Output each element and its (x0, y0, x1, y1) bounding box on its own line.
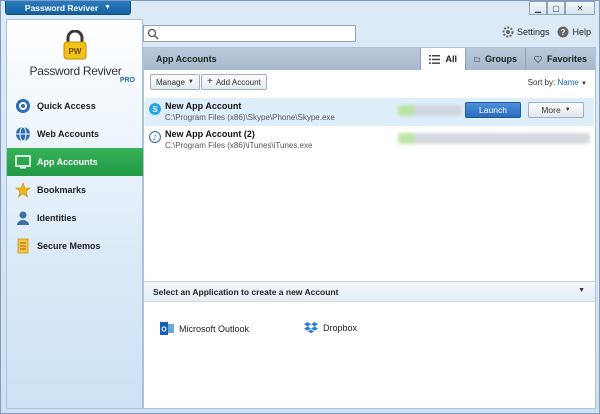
more-button[interactable]: More ▼ (528, 102, 584, 118)
page-title: App Accounts (156, 54, 217, 64)
search-box (143, 25, 356, 42)
app-window: Password Reviver ▼ ▁ ▢ ✕ PW Password Rev… (0, 0, 600, 414)
person-icon (14, 209, 32, 227)
app-menu-label: Password Reviver (24, 2, 99, 13)
header-links: Settings ? Help (502, 26, 591, 38)
window-controls: ▁ ▢ ✕ (529, 1, 595, 15)
chevron-down-icon: ▼ (104, 4, 112, 11)
svg-text:S: S (152, 105, 158, 114)
quick-access-icon (14, 97, 32, 115)
help-icon: ? (557, 26, 569, 38)
masked-credentials (398, 133, 590, 144)
account-name: New App Account (165, 101, 242, 111)
sidebar-item-web-accounts[interactable]: Web Accounts (7, 120, 144, 148)
dropbox-icon (304, 322, 318, 334)
chevron-down-icon[interactable]: ▼ (578, 287, 585, 294)
create-account-header[interactable]: Select an Application to create a new Ac… (144, 282, 595, 302)
star-icon (14, 181, 32, 199)
minimize-button[interactable]: ▁ (529, 1, 547, 15)
table-row[interactable]: S New App Account C:\Program Files (x86)… (145, 98, 594, 126)
app-option-label: Dropbox (323, 323, 358, 333)
sidebar-item-label: Secure Memos (37, 241, 101, 251)
app-option-label: Microsoft Outlook (179, 323, 250, 334)
folder-icon (474, 57, 480, 62)
manage-label: Manage (156, 77, 185, 87)
sidebar-item-label: Identities (37, 213, 77, 223)
sort-prefix: Sort by: (527, 78, 556, 87)
memo-icon (14, 237, 32, 255)
chevron-down-icon: ▼ (581, 81, 587, 87)
table-row[interactable]: ♪ New App Account (2) C:\Program Files (… (145, 126, 594, 154)
lock-text: PW (69, 47, 82, 56)
logo-name: Password Reviver (29, 64, 122, 78)
tab-all[interactable]: All (420, 48, 465, 70)
manage-button[interactable]: Manage ▼ (150, 74, 200, 90)
svg-text:?: ? (561, 28, 566, 37)
create-account-title: Select an Application to create a new Ac… (153, 287, 339, 297)
more-label: More (541, 105, 561, 115)
sidebar-item-label: App Accounts (37, 157, 98, 167)
app-option-outlook[interactable]: O Microsoft Outlook (160, 322, 249, 335)
tab-favorites[interactable]: Favorites (525, 48, 595, 70)
sort-value: Name (557, 78, 579, 87)
chevron-down-icon: ▼ (187, 79, 194, 85)
app-option-dropbox[interactable]: Dropbox (304, 322, 357, 334)
minimize-icon: ▁ (534, 3, 542, 13)
search-input[interactable] (162, 27, 352, 40)
outlook-icon: O (160, 322, 174, 335)
sidebar-item-label: Web Accounts (37, 129, 100, 139)
settings-label: Settings (516, 27, 550, 37)
masked-credentials (398, 105, 462, 116)
sidebar: PW Password Reviver PRO Quick Access Web… (6, 19, 144, 409)
sidebar-item-bookmarks[interactable]: Bookmarks (7, 176, 144, 204)
maximize-icon: ▢ (552, 3, 560, 13)
sidebar-item-app-accounts[interactable]: App Accounts (7, 148, 144, 176)
sidebar-item-secure-memos[interactable]: Secure Memos (7, 232, 144, 260)
sort-by[interactable]: Sort by: Name ▼ (528, 78, 587, 87)
svg-text:O: O (161, 327, 167, 334)
tab-bar: App Accounts All Groups Favorites (144, 48, 595, 70)
app-menu-button[interactable]: Password Reviver ▼ (5, 1, 131, 15)
list-icon (429, 54, 441, 64)
tab-groups[interactable]: Groups (465, 48, 525, 70)
account-path: C:\Program Files (x86)\iTunes\iTunes.exe (165, 141, 313, 150)
account-path: C:\Program Files (x86)\Skype\Phone\Skype… (165, 113, 335, 122)
globe-icon (14, 125, 32, 143)
svg-text:♪: ♪ (153, 134, 157, 142)
sidebar-item-label: Quick Access (37, 101, 96, 111)
tab-label: All (445, 54, 457, 64)
content-panel: App Accounts All Groups Favorites Manage (143, 47, 596, 409)
gear-icon (502, 26, 514, 38)
launch-button[interactable]: Launch (465, 102, 521, 118)
add-account-button[interactable]: + Add Account (201, 74, 267, 90)
search-icon (147, 28, 159, 40)
heart-icon (534, 55, 542, 63)
tab-label: Groups (484, 54, 517, 64)
tabs: All Groups Favorites (420, 48, 595, 70)
chevron-down-icon: ▼ (564, 107, 571, 113)
lock-logo-icon: PW (63, 30, 87, 60)
tab-label: Favorites (546, 54, 587, 64)
title-bar: Password Reviver ▼ ▁ ▢ ✕ (1, 1, 599, 19)
sidebar-item-identities[interactable]: Identities (7, 204, 144, 232)
toolbar: Manage ▼ + Add Account Sort by: Name ▼ (144, 70, 595, 94)
help-label: Help (572, 27, 591, 37)
sidebar-item-quick-access[interactable]: Quick Access (7, 92, 144, 120)
close-button[interactable]: ✕ (565, 1, 595, 15)
skype-icon: S (149, 103, 161, 115)
sidebar-item-label: Bookmarks (37, 185, 87, 195)
account-name: New App Account (2) (165, 129, 255, 139)
close-icon: ✕ (576, 3, 584, 13)
settings-button[interactable]: Settings (502, 26, 550, 38)
itunes-icon: ♪ (149, 131, 161, 143)
create-account-panel: Select an Application to create a new Ac… (144, 281, 595, 408)
logo-edition: PRO (119, 77, 135, 84)
add-account-label: Add Account (215, 77, 261, 87)
maximize-button[interactable]: ▢ (547, 1, 565, 15)
monitor-icon (14, 153, 32, 171)
sidebar-nav: Quick Access Web Accounts App Accounts B… (7, 92, 144, 260)
plus-icon: + (207, 76, 213, 87)
logo: PW Password Reviver PRO (7, 26, 144, 90)
help-button[interactable]: ? Help (557, 26, 591, 38)
